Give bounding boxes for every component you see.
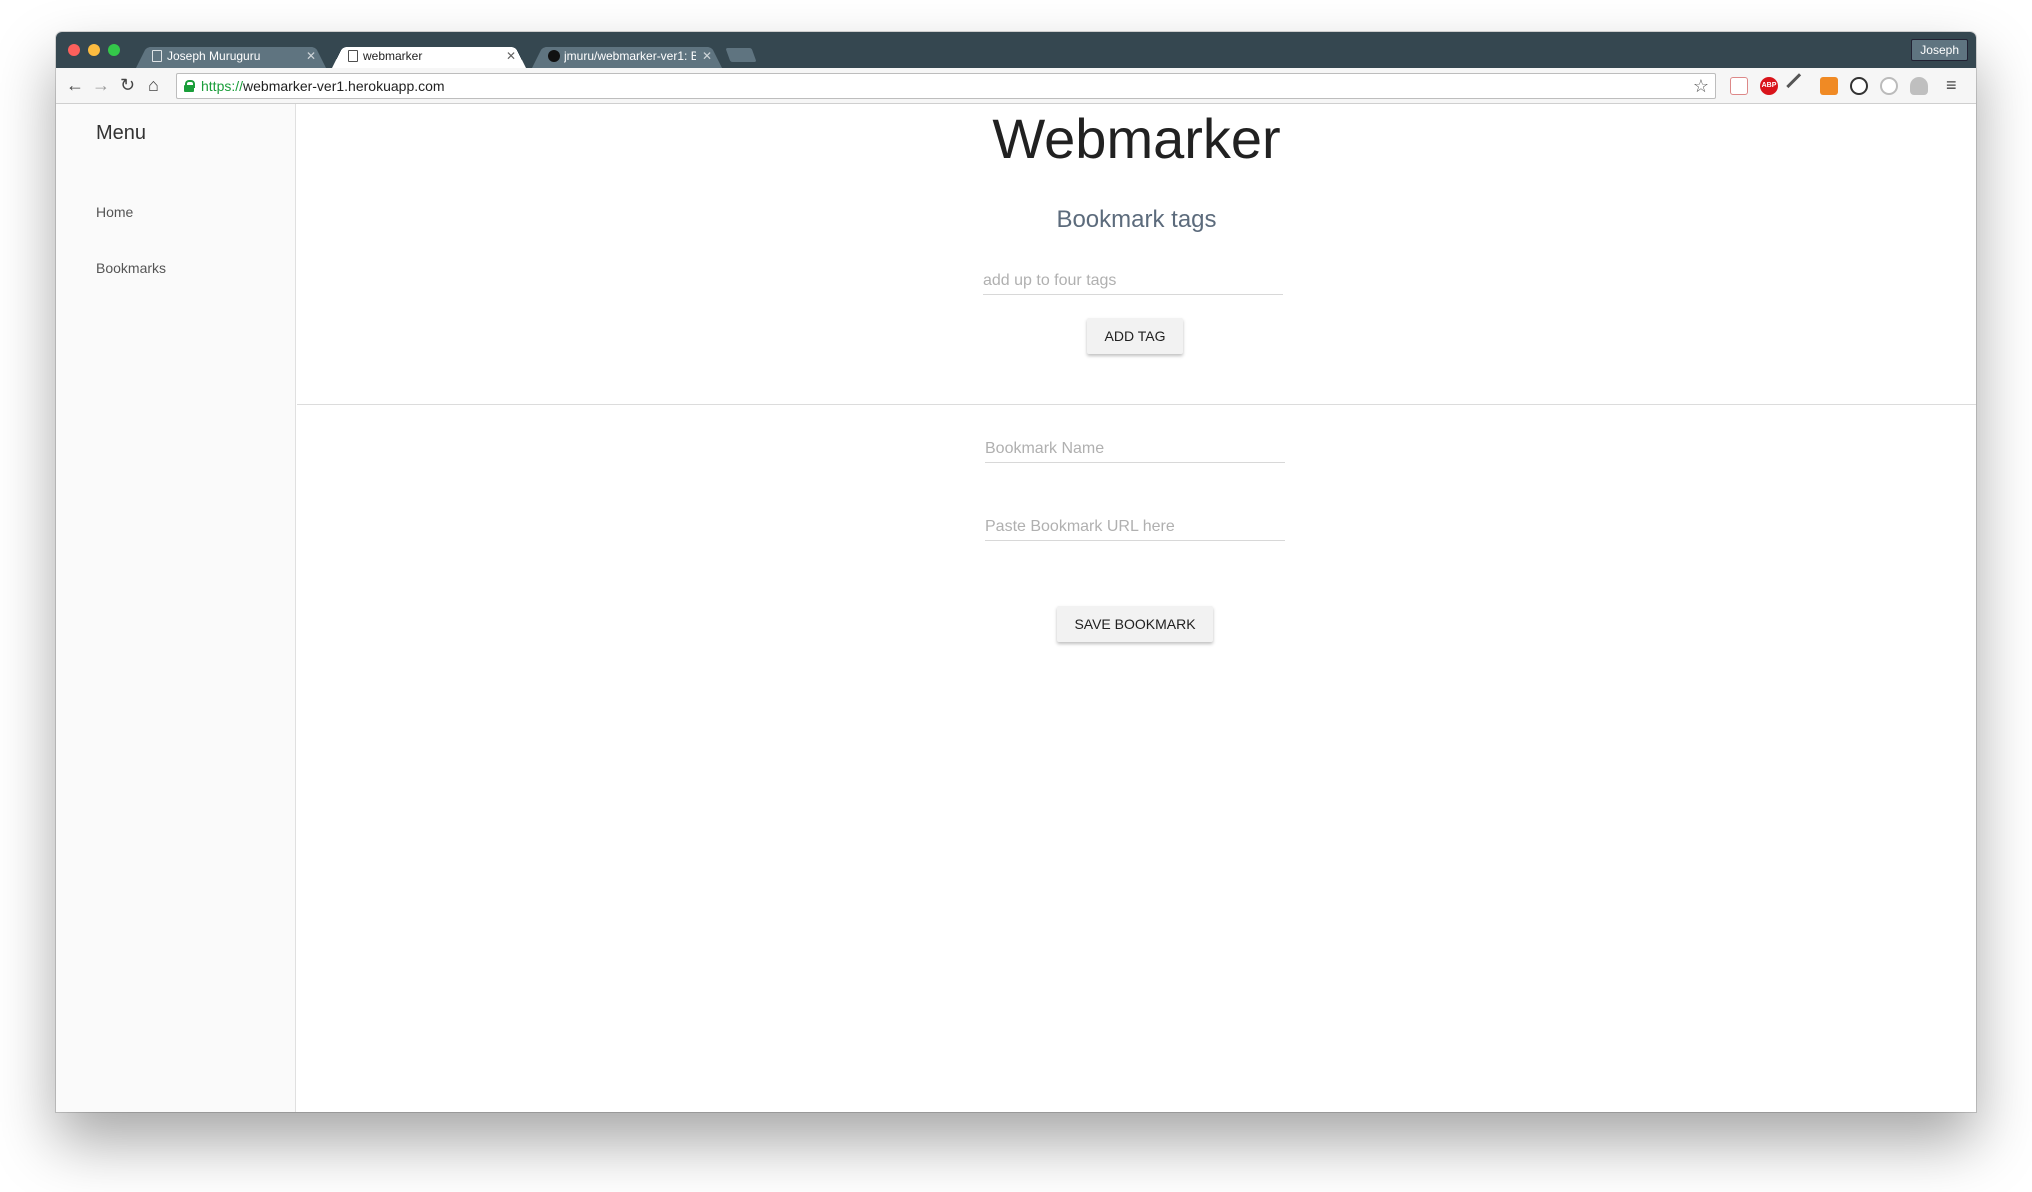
circle-ext-icon[interactable]: [1880, 77, 1898, 95]
adblock-plus-icon[interactable]: ABP: [1760, 77, 1778, 95]
page-icon: [348, 50, 358, 62]
browser-window: Joseph Muruguru ✕ webmarker ✕ jmuru/webm…: [56, 32, 1976, 1112]
tag-input[interactable]: [983, 268, 1283, 295]
address-bar[interactable]: https://webmarker-ver1.herokuapp.com ☆: [176, 73, 1716, 99]
web-page: Menu Home Bookmarks Webmarker Bookmark t…: [56, 104, 1976, 1112]
add-tag-button[interactable]: ADD TAG: [1087, 318, 1183, 354]
maximize-window-button[interactable]: [108, 44, 120, 56]
page-icon: [152, 50, 162, 62]
main-content: Webmarker Bookmark tags ADD TAG SAVE BOO…: [297, 104, 1976, 1112]
page-title: Webmarker: [992, 107, 1281, 170]
feedly-ext-icon[interactable]: [1820, 77, 1838, 95]
close-window-button[interactable]: [68, 44, 80, 56]
tab-joseph-muruguru[interactable]: Joseph Muruguru ✕: [136, 44, 326, 68]
profile-button[interactable]: Joseph: [1911, 39, 1968, 61]
tab-github-repo[interactable]: jmuru/webmarker-ver1: Bo ✕: [532, 44, 722, 68]
sidebar: Menu Home Bookmarks: [56, 104, 296, 1112]
url-host: webmarker-ver1.herokuapp.com: [243, 78, 445, 94]
sidebar-item-bookmarks[interactable]: Bookmarks: [96, 260, 166, 276]
home-icon[interactable]: ⌂: [148, 76, 159, 94]
bookmark-star-icon[interactable]: ☆: [1693, 74, 1709, 98]
sidebar-title: Menu: [96, 122, 147, 144]
close-tab-icon[interactable]: ✕: [702, 49, 712, 63]
tab-title: webmarker: [363, 49, 423, 63]
tab-title: jmuru/webmarker-ver1: Bo: [564, 49, 696, 63]
tab-webmarker[interactable]: webmarker ✕: [332, 44, 526, 68]
menu-hamburger-icon[interactable]: ≡: [1946, 76, 1957, 94]
bookmark-url-input[interactable]: [985, 514, 1285, 541]
calendar-ext-icon[interactable]: [1730, 77, 1748, 95]
panda-ext-icon[interactable]: [1850, 77, 1868, 95]
tags-heading: Bookmark tags: [1056, 206, 1217, 233]
minimize-window-button[interactable]: [88, 44, 100, 56]
lock-icon: [184, 80, 195, 92]
dropper-ext-icon[interactable]: [1786, 73, 1812, 99]
close-tab-icon[interactable]: ✕: [506, 49, 516, 63]
url-scheme: https://: [201, 78, 244, 94]
tab-title: Joseph Muruguru: [167, 49, 261, 63]
section-divider: [297, 404, 1976, 405]
sidebar-item-home[interactable]: Home: [96, 204, 133, 220]
reload-icon[interactable]: ↻: [120, 76, 135, 94]
close-tab-icon[interactable]: ✕: [306, 49, 316, 63]
tab-strip: Joseph Muruguru ✕ webmarker ✕ jmuru/webm…: [56, 32, 1976, 68]
github-icon: [548, 50, 560, 62]
browser-toolbar: ← → ↻ ⌂ https://webmarker-ver1.herokuapp…: [56, 68, 1976, 104]
back-icon[interactable]: ←: [66, 76, 84, 94]
cloud-ext-icon[interactable]: [1910, 77, 1928, 95]
forward-icon[interactable]: →: [92, 76, 110, 94]
new-tab-button[interactable]: [725, 48, 757, 62]
bookmark-name-input[interactable]: [985, 436, 1285, 463]
save-bookmark-button[interactable]: SAVE BOOKMARK: [1057, 606, 1213, 642]
